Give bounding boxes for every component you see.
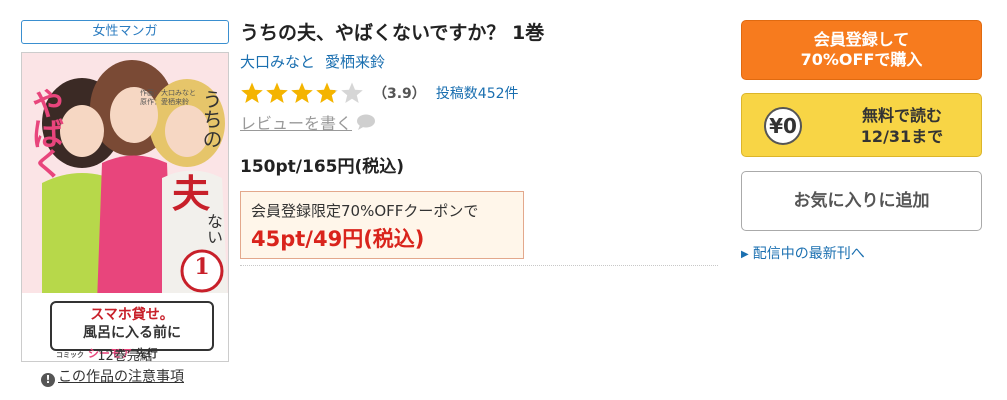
write-review-label: レビューを書く [240, 114, 353, 133]
exclamation-icon: ! [41, 373, 55, 387]
cover-image[interactable]: やばく うちの 夫 ない 1 作画：大口みなと 原作：愛栖来鈴 スマホ貸せ。 風… [21, 52, 229, 362]
cover-speech-bubble: スマホ貸せ。 風呂に入る前に [50, 301, 214, 351]
completed-label: 12巻完結 [97, 349, 153, 364]
cover-volume-number: 1 [194, 254, 210, 280]
cover-title-vertical-2: うちの [199, 89, 223, 149]
coupon-price: 45pt/49円(税込) [251, 227, 425, 251]
free-text: 無料で読む 12/31まで [827, 105, 977, 147]
star-icon [291, 82, 313, 103]
speech-line-2: 風呂に入る前に [83, 325, 181, 341]
rating-value: （3.9） [373, 86, 426, 102]
star-icon [341, 82, 363, 103]
star-icon [266, 82, 288, 103]
review-count-link[interactable]: 投稿数452件 [436, 83, 519, 103]
write-review-link[interactable]: レビューを書く [240, 110, 720, 134]
cover-title-vertical-3: ない [204, 213, 223, 245]
free-line-2: 12/31まで [860, 127, 944, 146]
speech-line-1: スマホ貸せ。 [90, 307, 174, 323]
cover-column: 女性マンガ やばく うちの 夫 ない 1 作画：大口みなと 原作：愛栖来鈴 スマ… [21, 20, 229, 387]
register-line-1: 会員登録して [813, 30, 910, 49]
rating-row: （3.9） 投稿数452件 [240, 80, 720, 106]
author-list: 大口みなと 愛栖来鈴 [240, 51, 720, 72]
star-rating[interactable] [240, 81, 365, 105]
coupon-box: 会員登録限定70%OFFクーポンで 45pt/49円(税込) [240, 191, 524, 259]
speech-bubble-icon [357, 114, 376, 130]
free-line-1: 無料で読む [861, 106, 942, 125]
add-favorite-button[interactable]: お気に入りに追加 [741, 171, 982, 231]
latest-volume-link[interactable]: ▶ 配信中の最新刊へ [741, 243, 984, 263]
cover-title-kanji: 夫 [172, 172, 211, 216]
star-icon [316, 82, 338, 103]
triangle-right-icon: ▶ [741, 249, 749, 260]
price: 150pt/165円(税込) [240, 157, 405, 177]
read-free-button[interactable]: ¥0 無料で読む 12/31まで [741, 93, 982, 157]
register-purchase-button[interactable]: 会員登録して 70%OFFで購入 [741, 20, 982, 80]
product-info: うちの夫、やばくないですか？ 1巻 大口みなと 愛栖来鈴 （3.9） 投稿数452… [240, 18, 720, 259]
coupon-label: 会員登録限定70%OFFクーポンで [251, 202, 479, 220]
genre-badge[interactable]: 女性マンガ [21, 20, 229, 44]
author-link[interactable]: 大口みなと [240, 53, 315, 71]
divider [240, 265, 718, 266]
star-icon [241, 82, 263, 103]
cover-title-vertical: やばく [27, 87, 65, 177]
latest-volume-label: 配信中の最新刊へ [752, 246, 865, 262]
cover-credits: 作画：大口みなと 原作：愛栖来鈴 [140, 89, 203, 106]
notice-text: この作品の注意事項 [58, 369, 184, 385]
register-line-2: 70%OFFで購入 [800, 50, 923, 69]
action-column: 会員登録して 70%OFFで購入 ¥0 無料で読む 12/31まで お気に入りに… [741, 20, 984, 263]
free-yen-icon: ¥0 [764, 107, 802, 145]
notice-link[interactable]: ! この作品の注意事項 [41, 366, 184, 387]
product-title: うちの夫、やばくないですか？ 1巻 [240, 22, 545, 44]
author-link[interactable]: 愛栖来鈴 [325, 53, 385, 71]
